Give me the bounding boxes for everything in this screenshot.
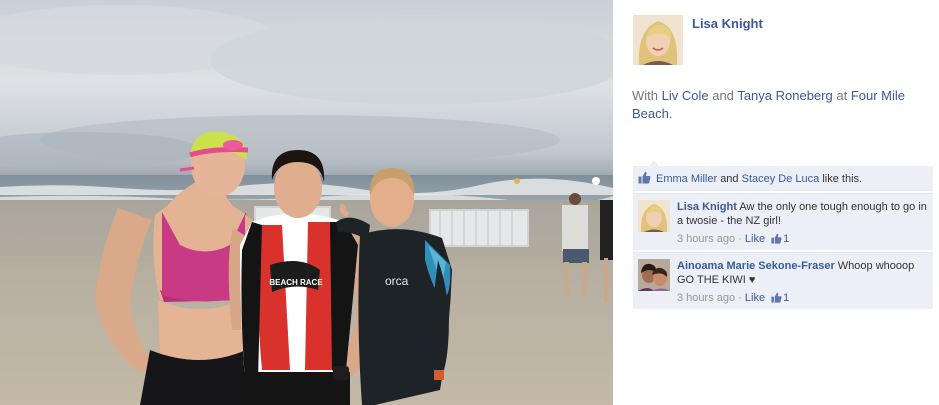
owner-name-link[interactable]: Lisa Knight bbox=[692, 16, 763, 31]
liker-link[interactable]: Emma Miller bbox=[656, 173, 717, 185]
caption-at: at bbox=[836, 88, 848, 103]
post-photo[interactable]: BEACH RACE orca bbox=[0, 0, 613, 405]
avatar-portrait-icon bbox=[638, 200, 670, 232]
comment-like-button[interactable]: Like bbox=[745, 292, 765, 304]
thumbs-up-icon bbox=[771, 292, 782, 303]
comment-author-link[interactable]: Lisa Knight bbox=[677, 201, 737, 213]
likes-suffix: like this. bbox=[822, 173, 863, 185]
tagged-user-link[interactable]: Tanya Roneberg bbox=[737, 88, 832, 103]
likes-summary: Emma Miller and Stacey De Luca like this… bbox=[633, 166, 933, 191]
caption-end: . bbox=[668, 106, 673, 121]
avatar-portrait-icon bbox=[633, 15, 683, 65]
caption-prefix: With bbox=[632, 88, 658, 103]
comment-body: Lisa Knight Aw the only one tough enough… bbox=[677, 200, 927, 228]
comment-timestamp[interactable]: 3 hours ago bbox=[677, 292, 735, 304]
comment-meta: 3 hours ago · Like 1 bbox=[677, 233, 789, 245]
owner-avatar[interactable] bbox=[633, 15, 683, 65]
caption-and: and bbox=[712, 88, 734, 103]
photo-caption: With Liv Cole and Tanya Roneberg at Four… bbox=[632, 87, 922, 123]
comment-item: Ainoama Marie Sekone-Fraser Whoop whooop… bbox=[633, 252, 933, 309]
comment-meta: 3 hours ago · Like 1 bbox=[677, 292, 789, 304]
likes-and: and bbox=[720, 173, 739, 185]
beach-photo-illustration: BEACH RACE orca bbox=[0, 0, 613, 405]
photo-side-panel: Lisa Knight With Liv Cole and Tanya Rone… bbox=[613, 0, 939, 405]
comment-like-button[interactable]: Like bbox=[745, 233, 765, 245]
commenter-avatar[interactable] bbox=[638, 200, 670, 232]
avatar-portrait-icon bbox=[638, 259, 670, 291]
meta-separator: · bbox=[738, 292, 742, 304]
comment-timestamp[interactable]: 3 hours ago bbox=[677, 233, 735, 245]
thumbs-up-icon bbox=[771, 233, 782, 244]
comment-author-link[interactable]: Ainoama Marie Sekone-Fraser bbox=[677, 260, 835, 272]
thumbs-up-icon bbox=[638, 171, 651, 184]
liker-link[interactable]: Stacey De Luca bbox=[742, 173, 820, 185]
comment-item: Lisa Knight Aw the only one tough enough… bbox=[633, 193, 933, 250]
comment-like-count[interactable]: 1 bbox=[783, 233, 789, 245]
tagged-user-link[interactable]: Liv Cole bbox=[662, 88, 709, 103]
feedback-box: Emma Miller and Stacey De Luca like this… bbox=[633, 166, 933, 309]
tri-suit-text: BEACH RACE bbox=[269, 278, 323, 287]
comment-like-count[interactable]: 1 bbox=[783, 292, 789, 304]
commenter-avatar[interactable] bbox=[638, 259, 670, 291]
meta-separator: · bbox=[738, 233, 742, 245]
wetsuit-brand-text: orca bbox=[385, 274, 409, 288]
comment-body: Ainoama Marie Sekone-Fraser Whoop whooop… bbox=[677, 259, 927, 287]
